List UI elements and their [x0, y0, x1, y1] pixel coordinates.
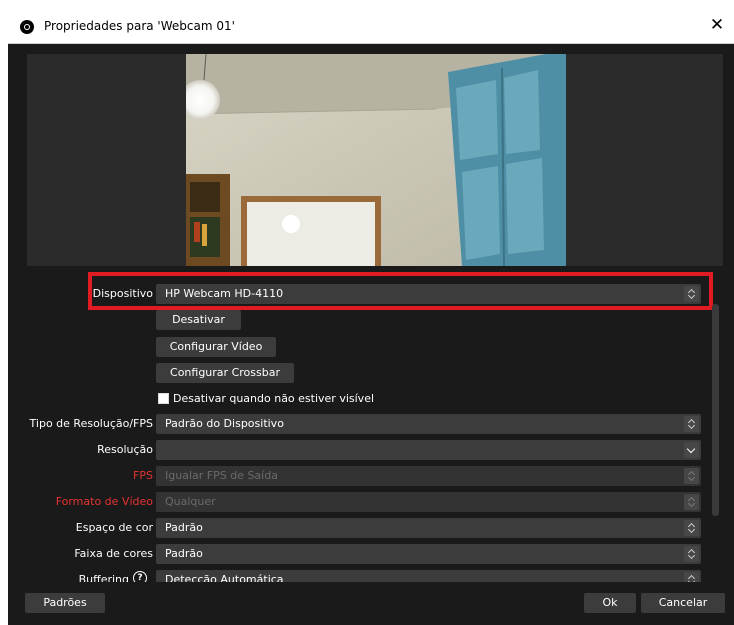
color-range-value: Padrão — [165, 547, 203, 560]
up-down-arrows-icon — [684, 546, 699, 562]
deactivate-when-hidden-label: Desativar quando não estiver visível — [173, 392, 375, 405]
window-title: Propriedades para 'Webcam 01' — [44, 19, 235, 33]
preview-area — [27, 54, 723, 266]
color-space-value: Padrão — [165, 521, 203, 534]
defaults-button[interactable]: Padrões — [25, 593, 105, 613]
video-format-select: Qualquer — [156, 492, 701, 512]
fps-value: Igualar FPS de Saída — [165, 469, 278, 482]
fps-select: Igualar FPS de Saída — [156, 466, 701, 486]
properties-dialog: Propriedades para 'Webcam 01' ✕ Disposit… — [8, 8, 734, 625]
chevron-down-icon[interactable] — [684, 442, 699, 458]
device-highlight-box — [88, 272, 713, 310]
configure-crossbar-button[interactable]: Configurar Crossbar — [156, 363, 294, 383]
fps-label: FPS — [133, 469, 153, 482]
up-down-arrows-icon — [684, 416, 699, 432]
configure-video-button[interactable]: Configurar Vídeo — [156, 337, 276, 357]
resolution-combobox[interactable] — [156, 440, 701, 460]
up-down-arrows-icon — [684, 520, 699, 536]
cancel-button[interactable]: Cancelar — [641, 593, 725, 613]
color-space-label: Espaço de cor — [75, 521, 153, 534]
obs-logo-icon — [20, 20, 34, 34]
video-format-value: Qualquer — [165, 495, 216, 508]
video-format-label: Formato de Vídeo — [55, 495, 153, 508]
color-range-label: Faixa de cores — [74, 547, 153, 560]
color-range-select[interactable]: Padrão — [156, 544, 701, 564]
ok-button[interactable]: Ok — [584, 593, 636, 613]
up-down-arrows-icon — [684, 468, 699, 484]
resolution-fps-type-value: Padrão do Dispositivo — [165, 417, 284, 430]
resolution-fps-type-label: Tipo de Resolução/FPS — [29, 417, 153, 430]
resolution-label: Resolução — [97, 443, 153, 456]
deactivate-when-hidden-checkbox[interactable] — [158, 393, 169, 404]
up-down-arrows-icon — [684, 494, 699, 510]
deactivate-button[interactable]: Desativar — [156, 310, 241, 330]
form-scrollbar[interactable] — [712, 304, 719, 516]
close-icon[interactable]: ✕ — [706, 14, 728, 36]
webcam-preview-image — [186, 54, 566, 266]
color-space-select[interactable]: Padrão — [156, 518, 701, 538]
resolution-fps-type-select[interactable]: Padrão do Dispositivo — [156, 414, 701, 434]
webcam-preview — [186, 54, 566, 266]
title-bar: Propriedades para 'Webcam 01' ✕ — [8, 8, 734, 44]
